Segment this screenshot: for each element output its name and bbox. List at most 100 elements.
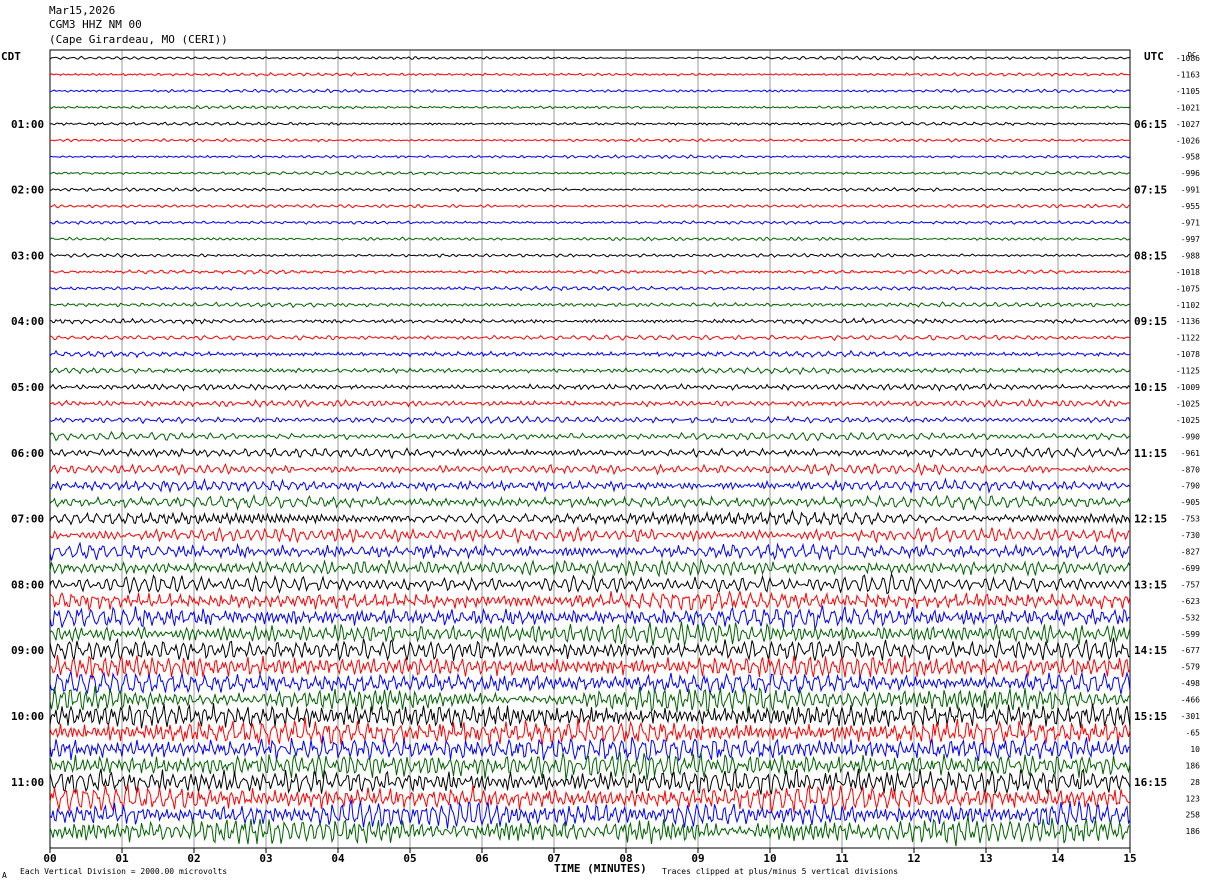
x-tick-label: 14: [1051, 852, 1065, 865]
seismic-trace: [49, 219, 1131, 225]
seismic-trace: [49, 137, 1131, 143]
seismic-trace: [49, 317, 1131, 325]
dc-offset-label: -498: [1181, 679, 1200, 688]
dc-offset-label: -65: [1186, 728, 1201, 737]
dc-offset-label: -757: [1181, 580, 1200, 589]
hour-label-right: 09:15: [1134, 315, 1167, 328]
seismic-trace: [49, 268, 1131, 275]
dc-offset-label: -971: [1181, 219, 1200, 228]
seismic-trace: [49, 430, 1131, 442]
x-tick-label: 02: [187, 852, 200, 865]
x-tick-label: 01: [115, 852, 129, 865]
dc-offset-label: -990: [1181, 432, 1200, 441]
dc-offset-label: 186: [1186, 827, 1201, 836]
dc-offset-label: -1027: [1176, 120, 1200, 129]
dc-offset-label: -1018: [1176, 268, 1200, 277]
seismic-trace: [49, 349, 1131, 359]
seismic-trace: [49, 589, 1131, 612]
seismic-trace: [49, 605, 1131, 630]
hour-label-right: 11:15: [1134, 447, 1167, 460]
x-tick-label: 09: [691, 852, 704, 865]
seismic-trace: [49, 526, 1131, 545]
x-tick-label: 05: [403, 852, 416, 865]
dc-offset-label: 186: [1186, 761, 1201, 770]
dc-offset-label: -961: [1181, 449, 1200, 458]
dc-offset-label: -1102: [1176, 301, 1200, 310]
dc-offset-label: -1125: [1176, 367, 1200, 376]
hour-label-right: 06:15: [1134, 118, 1167, 131]
dc-offset-label: -532: [1181, 613, 1200, 622]
dc-offset-label: -677: [1181, 646, 1200, 655]
x-tick-label: 04: [331, 852, 345, 865]
helicorder-plot: 00 01 02 03 04 05 06 07 08 09 10 11 12 13 14 15-1086-11…: [11, 49, 1201, 865]
x-tick-label: 13: [979, 852, 992, 865]
hour-label-left: 02:00: [11, 184, 44, 197]
dc-offset-label: 28: [1190, 778, 1200, 787]
seismic-trace: [49, 301, 1131, 309]
dc-offset-label: -1136: [1176, 317, 1200, 326]
hour-label-left: 04:00: [11, 315, 44, 328]
seismic-trace: [49, 252, 1131, 258]
seismic-trace: [49, 382, 1131, 393]
x-tick-label: 11: [835, 852, 849, 865]
clip-note: Traces clipped at plus/minus 5 vertical …: [662, 867, 899, 876]
seismic-trace: [49, 398, 1131, 409]
dc-header-label: DC: [1188, 51, 1196, 59]
seismic-trace: [49, 105, 1131, 110]
dc-offset-label: 10: [1190, 745, 1200, 754]
seismic-trace: [49, 366, 1131, 376]
seismic-trace: [49, 446, 1131, 460]
dc-offset-label: -1078: [1176, 350, 1200, 359]
x-axis-title: TIME (MINUTES): [554, 862, 647, 875]
seismic-trace: [49, 815, 1131, 847]
scale-note: Each Vertical Division = 2000.00 microvo…: [20, 867, 228, 876]
seismic-trace: [49, 671, 1131, 695]
dc-offset-label: -301: [1181, 712, 1200, 721]
seismic-trace: [49, 462, 1131, 477]
dc-offset-label: -958: [1181, 153, 1200, 162]
hour-label-left: 11:00: [11, 776, 44, 789]
dc-offset-label: -1025: [1176, 416, 1200, 425]
seismic-trace: [49, 121, 1131, 126]
x-tick-label: 00: [43, 852, 56, 865]
dc-offset-label: -991: [1181, 186, 1200, 195]
dc-offset-label: -790: [1181, 482, 1200, 491]
dc-offset-label: -827: [1181, 548, 1200, 557]
hour-label-left: 07:00: [11, 513, 44, 526]
hour-label-left: 03:00: [11, 249, 44, 262]
dc-offset-label: -997: [1181, 235, 1200, 244]
hour-label-right: 08:15: [1134, 249, 1167, 262]
seismic-trace: [49, 557, 1131, 578]
hour-label-right: 13:15: [1134, 578, 1167, 591]
dc-offset-label: -870: [1181, 465, 1200, 474]
dc-offset-label: -466: [1181, 696, 1200, 705]
seismic-trace: [49, 799, 1131, 829]
dc-offset-label: -623: [1181, 597, 1200, 606]
hour-label-right: 15:15: [1134, 710, 1167, 723]
seismic-trace: [49, 655, 1131, 680]
seismic-trace: [49, 334, 1131, 342]
hour-label-left: 05:00: [11, 381, 44, 394]
dc-offset-label: -1122: [1176, 334, 1200, 343]
dc-offset-label: -905: [1181, 498, 1200, 507]
seismic-trace: [49, 735, 1131, 762]
dc-offset-label: 258: [1186, 811, 1201, 820]
seismic-trace: [49, 784, 1131, 813]
hour-label-right: 07:15: [1134, 184, 1167, 197]
seismic-trace: [49, 509, 1131, 527]
dc-offset-label: -579: [1181, 663, 1200, 672]
seismic-trace: [49, 170, 1131, 176]
dc-offset-label: -599: [1181, 630, 1200, 639]
seismic-trace: [49, 415, 1131, 425]
dc-offset-label: -699: [1181, 564, 1200, 573]
seismic-trace: [50, 88, 1131, 94]
seismic-trace: [49, 55, 1131, 61]
seismic-trace: [49, 621, 1131, 646]
seismic-trace: [49, 541, 1131, 561]
dc-offset-label: -1105: [1176, 87, 1200, 96]
dc-offset-label: -1075: [1176, 284, 1200, 293]
hour-label-right: 10:15: [1134, 381, 1167, 394]
dc-offset-label: -753: [1181, 515, 1200, 524]
seismic-trace: [49, 187, 1131, 193]
seismic-trace: [49, 493, 1131, 511]
